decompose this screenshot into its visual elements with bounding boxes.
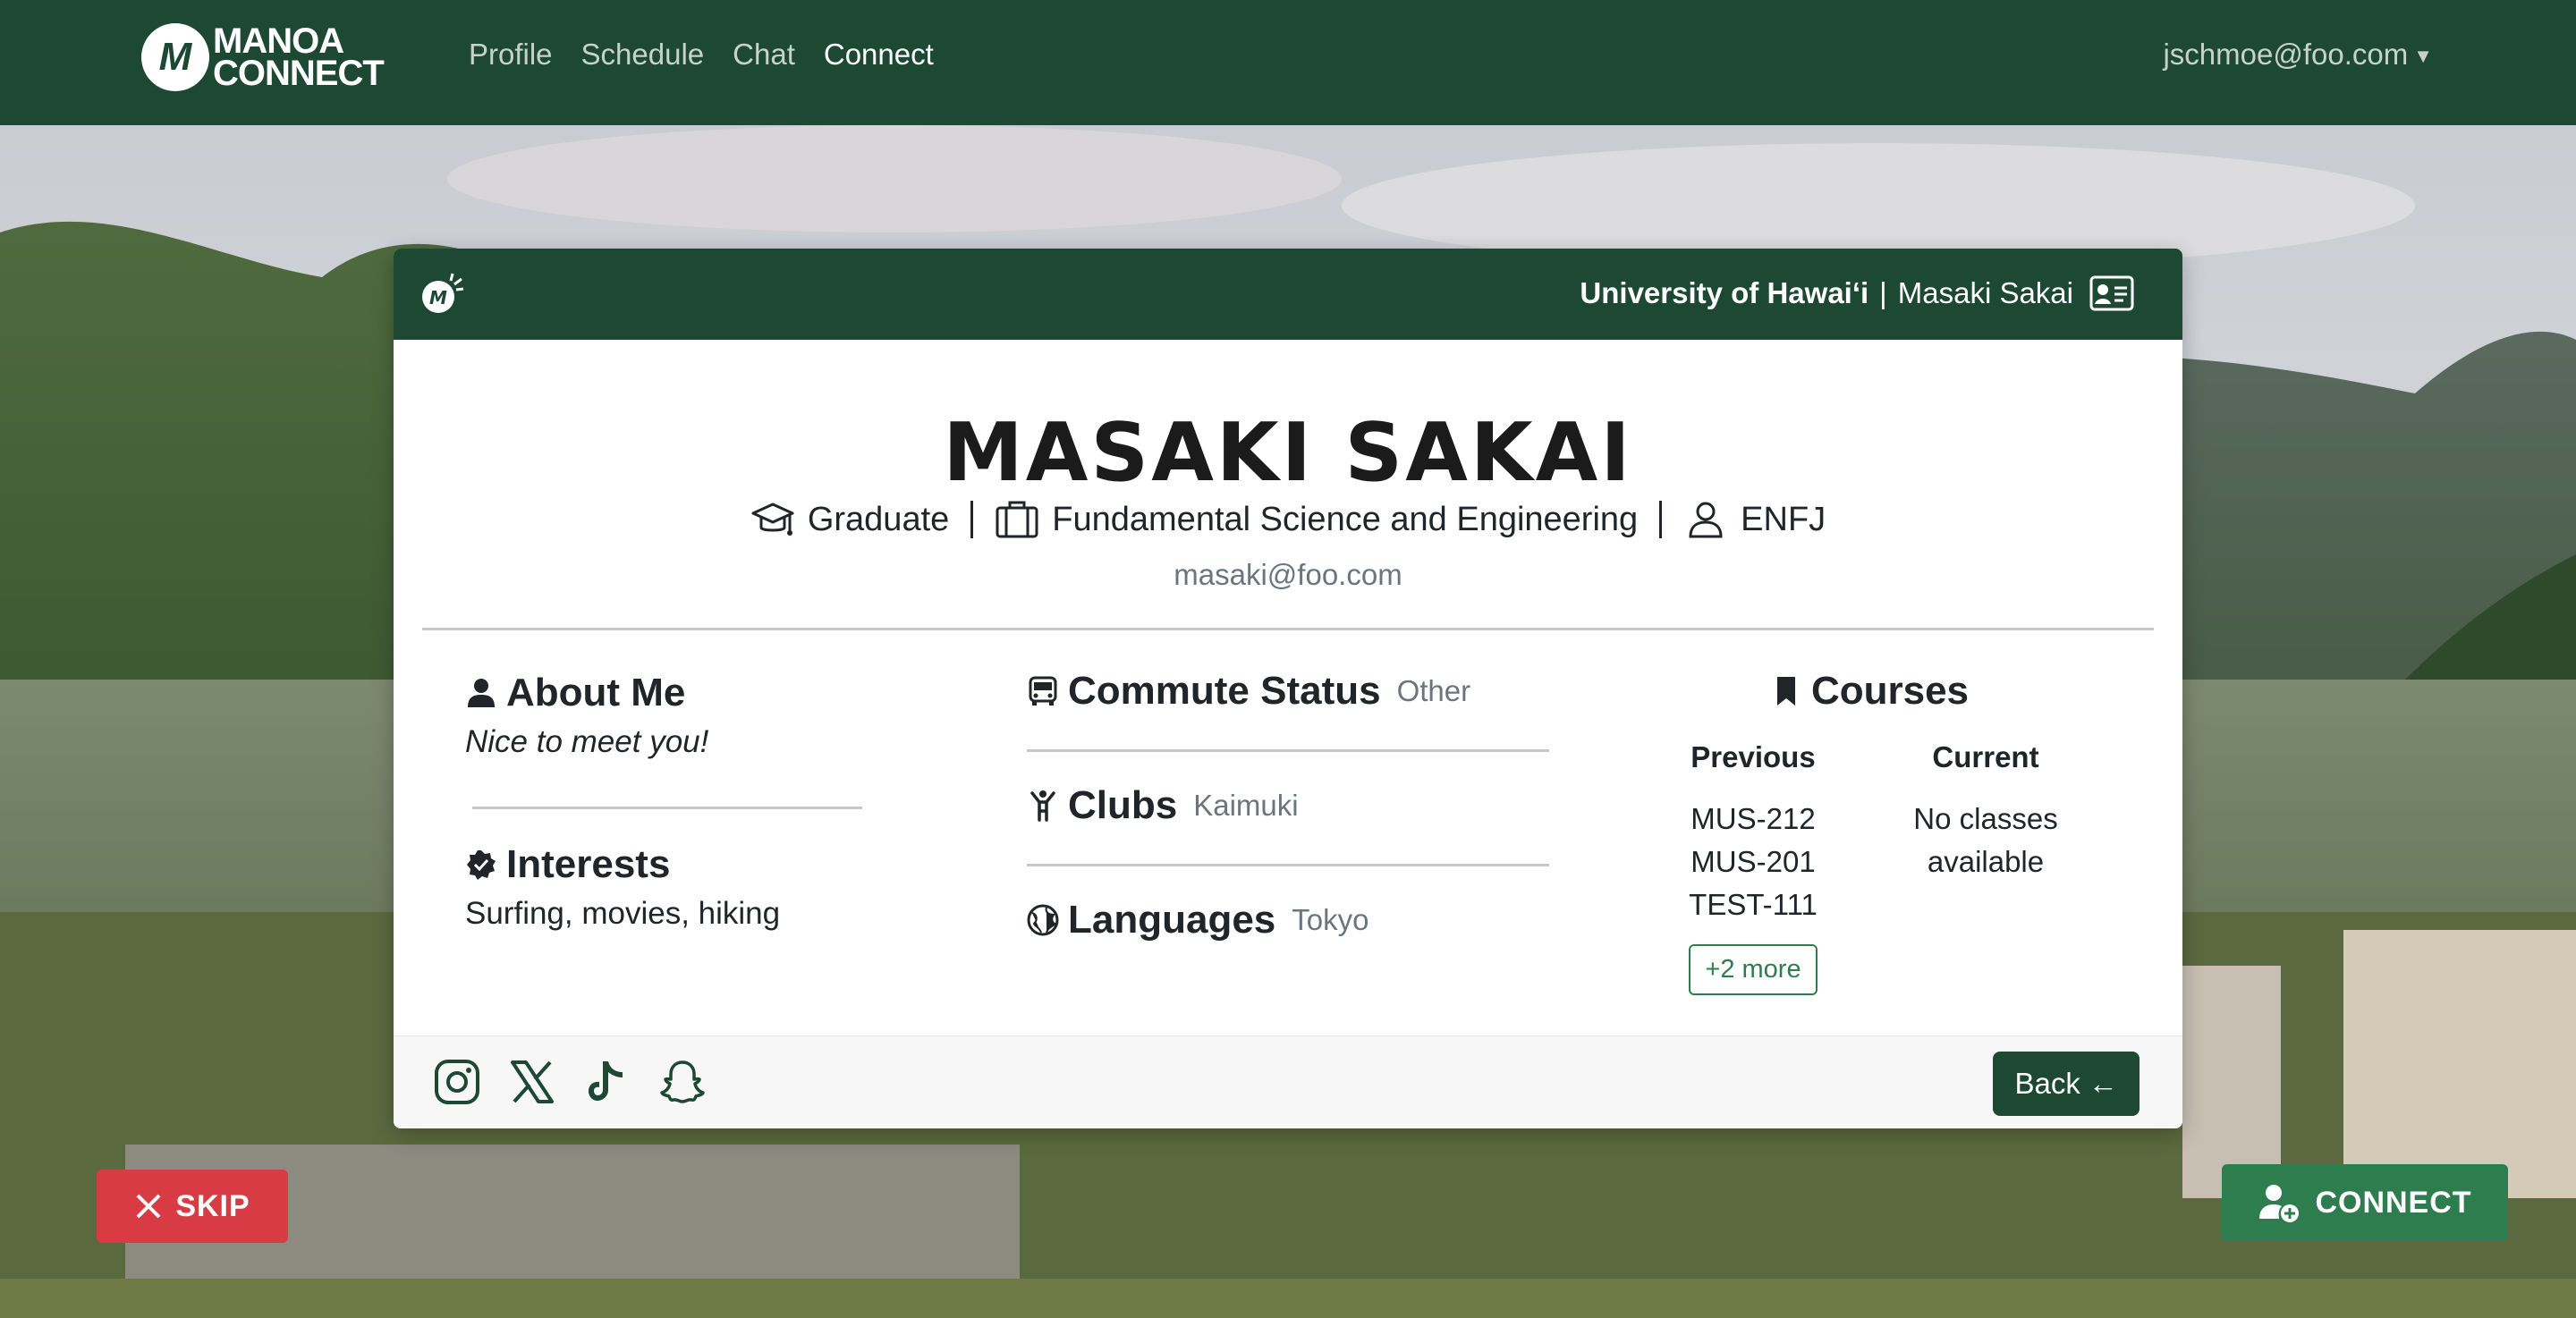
nav-link-connect[interactable]: Connect	[824, 38, 934, 72]
connect-button-label: CONNECT	[2315, 1185, 2472, 1220]
section-divider	[1027, 749, 1549, 752]
snapchat-icon[interactable]	[658, 1058, 707, 1106]
header-student-name: Masaki Sakai	[1897, 276, 2073, 309]
section-divider	[422, 628, 2154, 630]
top-navbar: M MANOA CONNECT Profile Schedule Chat Co…	[0, 0, 2576, 125]
instagram-icon[interactable]	[433, 1058, 481, 1106]
commute-status-value: Other	[1396, 674, 1471, 707]
interests-text: Surfing, movies, hiking	[465, 896, 781, 931]
nav-link-chat[interactable]: Chat	[733, 38, 795, 72]
previous-courses-column: Previous MUS-212 MUS-201 TEST-111 +2 mor…	[1664, 740, 1843, 995]
about-me-heading: About Me	[465, 671, 685, 715]
caret-down-icon: ▼	[2413, 45, 2433, 68]
section-divider	[472, 807, 862, 809]
student-level: Graduate	[807, 500, 950, 538]
nav-link-schedule[interactable]: Schedule	[581, 38, 705, 72]
profile-card: M University of Hawai‘i | Masaki Sakai M…	[394, 249, 2182, 1128]
person-icon	[1689, 502, 1723, 538]
current-courses-column: Current No classes available	[1896, 740, 2075, 995]
manoa-logo-icon: M	[141, 23, 209, 91]
skip-button-label: SKIP	[175, 1188, 250, 1223]
clubs-value: Kaimuki	[1193, 789, 1299, 822]
add-user-icon	[2259, 1185, 2300, 1222]
languages-heading: Languages Tokyo	[1027, 898, 1549, 942]
section-divider	[1027, 864, 1549, 866]
briefcase-icon	[996, 501, 1038, 538]
bookmark-icon	[1776, 677, 1795, 705]
id-card-icon	[2089, 275, 2134, 311]
course-item: MUS-201	[1690, 845, 1816, 878]
no-current-courses-text: No classes available	[1913, 802, 2058, 878]
globe-icon	[1027, 904, 1059, 936]
person-arms-up-icon	[1030, 790, 1055, 822]
nav-links: Profile Schedule Chat Connect	[469, 38, 934, 72]
current-courses-header: Current	[1932, 740, 2039, 773]
tiktok-icon[interactable]	[583, 1058, 631, 1106]
interests-heading: Interests	[465, 842, 670, 887]
more-courses-button[interactable]: +2 more	[1689, 944, 1818, 995]
student-department: Fundamental Science and Engineering	[1052, 500, 1639, 538]
back-button-label: Back ←	[2014, 1067, 2118, 1100]
svg-text:M: M	[429, 287, 447, 308]
header-separator: |	[1879, 276, 1887, 309]
meta-divider	[1659, 501, 1663, 538]
card-header: M University of Hawai‘i | Masaki Sakai	[394, 249, 2182, 340]
languages-value: Tokyo	[1292, 903, 1369, 936]
meta-divider	[970, 501, 974, 538]
skip-button[interactable]: SKIP	[97, 1170, 288, 1243]
card-footer: Back ←	[394, 1035, 2182, 1128]
person-fill-icon	[468, 679, 495, 707]
nav-link-profile[interactable]: Profile	[469, 38, 553, 72]
previous-courses-header: Previous	[1690, 740, 1816, 773]
x-icon[interactable]	[508, 1058, 556, 1106]
brand-line-2: CONNECT	[213, 54, 385, 93]
brand-logo[interactable]: M MANOA CONNECT	[141, 21, 385, 93]
course-item: MUS-212	[1690, 802, 1816, 835]
about-me-text: Nice to meet you!	[465, 724, 709, 759]
manoa-connect-small-logo-icon: M	[422, 273, 464, 313]
bus-icon	[1029, 676, 1057, 705]
graduation-cap-icon	[751, 503, 794, 536]
student-email: masaki@foo.com	[1174, 558, 1402, 591]
student-meta-row: Graduate Fundamental Science and Enginee…	[394, 497, 2182, 542]
back-button[interactable]: Back ←	[1993, 1052, 2140, 1116]
courses-heading: Courses	[1619, 669, 2120, 714]
student-name: MASAKI SAKAI	[943, 406, 1633, 500]
clubs-heading: Clubs Kaimuki	[1027, 783, 1549, 828]
course-item: TEST-111	[1689, 888, 1818, 921]
personality-type: ENFJ	[1741, 500, 1826, 538]
university-name: University of Hawai‘i	[1580, 276, 1869, 309]
connect-button[interactable]: CONNECT	[2222, 1164, 2508, 1241]
user-dropdown[interactable]: jschmoe@foo.com ▼	[2163, 38, 2433, 72]
brand-line-1: MANOA	[213, 21, 344, 61]
commute-status-heading: Commute Status Other	[1027, 669, 1549, 714]
patch-check-icon	[467, 850, 496, 880]
user-email: jschmoe@foo.com	[2163, 38, 2409, 71]
social-links	[433, 1058, 707, 1106]
courses-section: Courses Previous MUS-212 MUS-201 TEST-11…	[1619, 669, 2120, 995]
courses-table: Previous MUS-212 MUS-201 TEST-111 +2 mor…	[1619, 740, 2120, 995]
close-icon	[136, 1194, 161, 1219]
